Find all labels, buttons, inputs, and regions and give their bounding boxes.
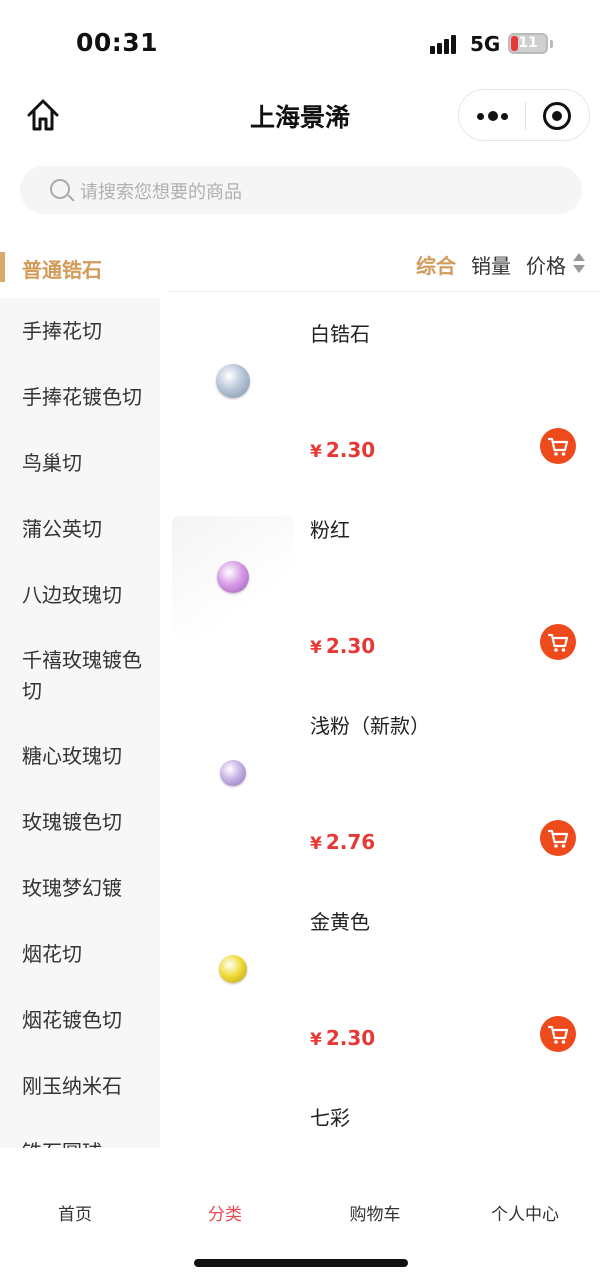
sidebar-item[interactable]: 八边玫瑰切 — [0, 562, 160, 628]
status-time: 00:31 — [76, 28, 159, 57]
sidebar-item[interactable]: 玫瑰镀色切 — [0, 789, 160, 855]
product-name[interactable]: 白锆石 — [310, 318, 370, 347]
more-icon[interactable] — [471, 100, 517, 132]
gem-image — [220, 760, 246, 786]
search-placeholder: 请搜索您想要的商品 — [80, 182, 242, 203]
tab-home[interactable]: 首页 — [0, 1200, 150, 1225]
sort-bar: 综合 销量 价格 — [168, 240, 600, 292]
close-icon[interactable] — [543, 102, 571, 130]
sidebar-item[interactable]: 糖心玫瑰切 — [0, 723, 160, 789]
cart-icon — [547, 1025, 569, 1044]
product-price: ¥2.30 — [310, 1026, 375, 1050]
category-sidebar[interactable]: 手捧花切 手捧花镀色切 鸟巢切 蒲公英切 八边玫瑰切 千禧玫瑰镀色切 糖心玫瑰切… — [0, 298, 160, 1148]
battery-level: 11 — [518, 35, 538, 51]
product-image[interactable] — [172, 908, 294, 1030]
active-category-label: 普通锆石 — [22, 258, 102, 282]
product-name[interactable]: 七彩 — [310, 1102, 350, 1131]
sidebar-item[interactable]: 千禧玫瑰镀色切 — [0, 628, 160, 723]
signal-icon — [430, 34, 462, 54]
sidebar-item[interactable]: 玫瑰梦幻镀 — [0, 855, 160, 921]
add-to-cart-button[interactable] — [540, 624, 576, 660]
active-indicator — [0, 252, 5, 282]
price-currency: ¥ — [310, 1030, 322, 1050]
search-icon — [50, 179, 70, 199]
tab-category[interactable]: 分类 — [150, 1200, 300, 1225]
mini-program-capsule — [458, 89, 590, 141]
cart-icon — [547, 633, 569, 652]
product-card[interactable]: 白锆石 ¥2.30 — [168, 300, 600, 496]
sidebar-item[interactable]: 手捧花镀色切 — [0, 364, 160, 430]
product-card[interactable]: 金黄色 ¥2.30 — [168, 888, 600, 1084]
sidebar-item[interactable]: 锆石圆球 — [0, 1119, 160, 1149]
search-input[interactable]: 请搜索您想要的商品 — [20, 166, 582, 214]
gem-image — [216, 364, 250, 398]
tab-profile[interactable]: 个人中心 — [450, 1200, 600, 1225]
gem-image — [219, 955, 247, 983]
sort-overall[interactable]: 综合 — [416, 250, 456, 279]
product-price: ¥2.30 — [310, 438, 375, 462]
price-currency: ¥ — [310, 638, 322, 658]
product-price: ¥2.76 — [310, 830, 375, 854]
sidebar-item[interactable]: 烟花切 — [0, 921, 160, 987]
sidebar-item[interactable]: 蒲公英切 — [0, 496, 160, 562]
product-card[interactable]: 七彩 — [168, 1084, 600, 1148]
sidebar-item[interactable]: 手捧花切 — [0, 298, 160, 364]
product-list[interactable]: 白锆石 ¥2.30 粉红 ¥2.30 浅粉（新款） ¥2.76 金黄色 ¥ 2.… — [168, 300, 600, 1148]
product-name[interactable]: 粉红 — [310, 514, 350, 543]
battery-tip — [550, 40, 553, 48]
price-currency: ¥ — [310, 442, 322, 462]
tab-cart[interactable]: 购物车 — [300, 1200, 450, 1225]
price-value: 2.76 — [325, 830, 376, 854]
nav-bar: 上海景浠 — [0, 86, 600, 146]
home-indicator[interactable] — [194, 1259, 408, 1267]
price-value: 2.30 — [325, 634, 376, 658]
sidebar-item[interactable]: 鸟巢切 — [0, 430, 160, 496]
sidebar-item[interactable]: 烟花镀色切 — [0, 987, 160, 1053]
battery-icon: 11 — [508, 33, 548, 54]
sort-price[interactable]: 价格 — [526, 250, 566, 279]
add-to-cart-button[interactable] — [540, 428, 576, 464]
price-currency: ¥ — [310, 834, 322, 854]
product-name[interactable]: 浅粉（新款） — [310, 710, 430, 739]
product-card[interactable]: 粉红 ¥2.30 — [168, 496, 600, 692]
product-image[interactable] — [172, 516, 294, 638]
cart-icon — [547, 437, 569, 456]
capsule-divider — [525, 102, 526, 130]
sidebar-item-active[interactable]: 普通锆石 — [0, 240, 160, 296]
add-to-cart-button[interactable] — [540, 820, 576, 856]
gem-image — [217, 561, 249, 593]
network-label: 5G — [470, 32, 501, 56]
product-price: ¥2.30 — [310, 634, 375, 658]
add-to-cart-button[interactable] — [540, 1016, 576, 1052]
price-value: 2.30 — [325, 438, 376, 462]
sort-arrows-icon[interactable] — [573, 252, 585, 276]
cart-icon — [547, 829, 569, 848]
product-name[interactable]: 金黄色 — [310, 906, 370, 935]
price-value: 2.30 — [325, 1026, 376, 1050]
status-bar: 00:31 5G 11 — [0, 0, 600, 88]
product-image[interactable] — [172, 712, 294, 834]
product-image[interactable] — [172, 320, 294, 442]
product-card[interactable]: 浅粉（新款） ¥2.76 — [168, 692, 600, 888]
sort-sales[interactable]: 销量 — [471, 250, 511, 279]
sidebar-item[interactable]: 刚玉纳米石 — [0, 1053, 160, 1119]
